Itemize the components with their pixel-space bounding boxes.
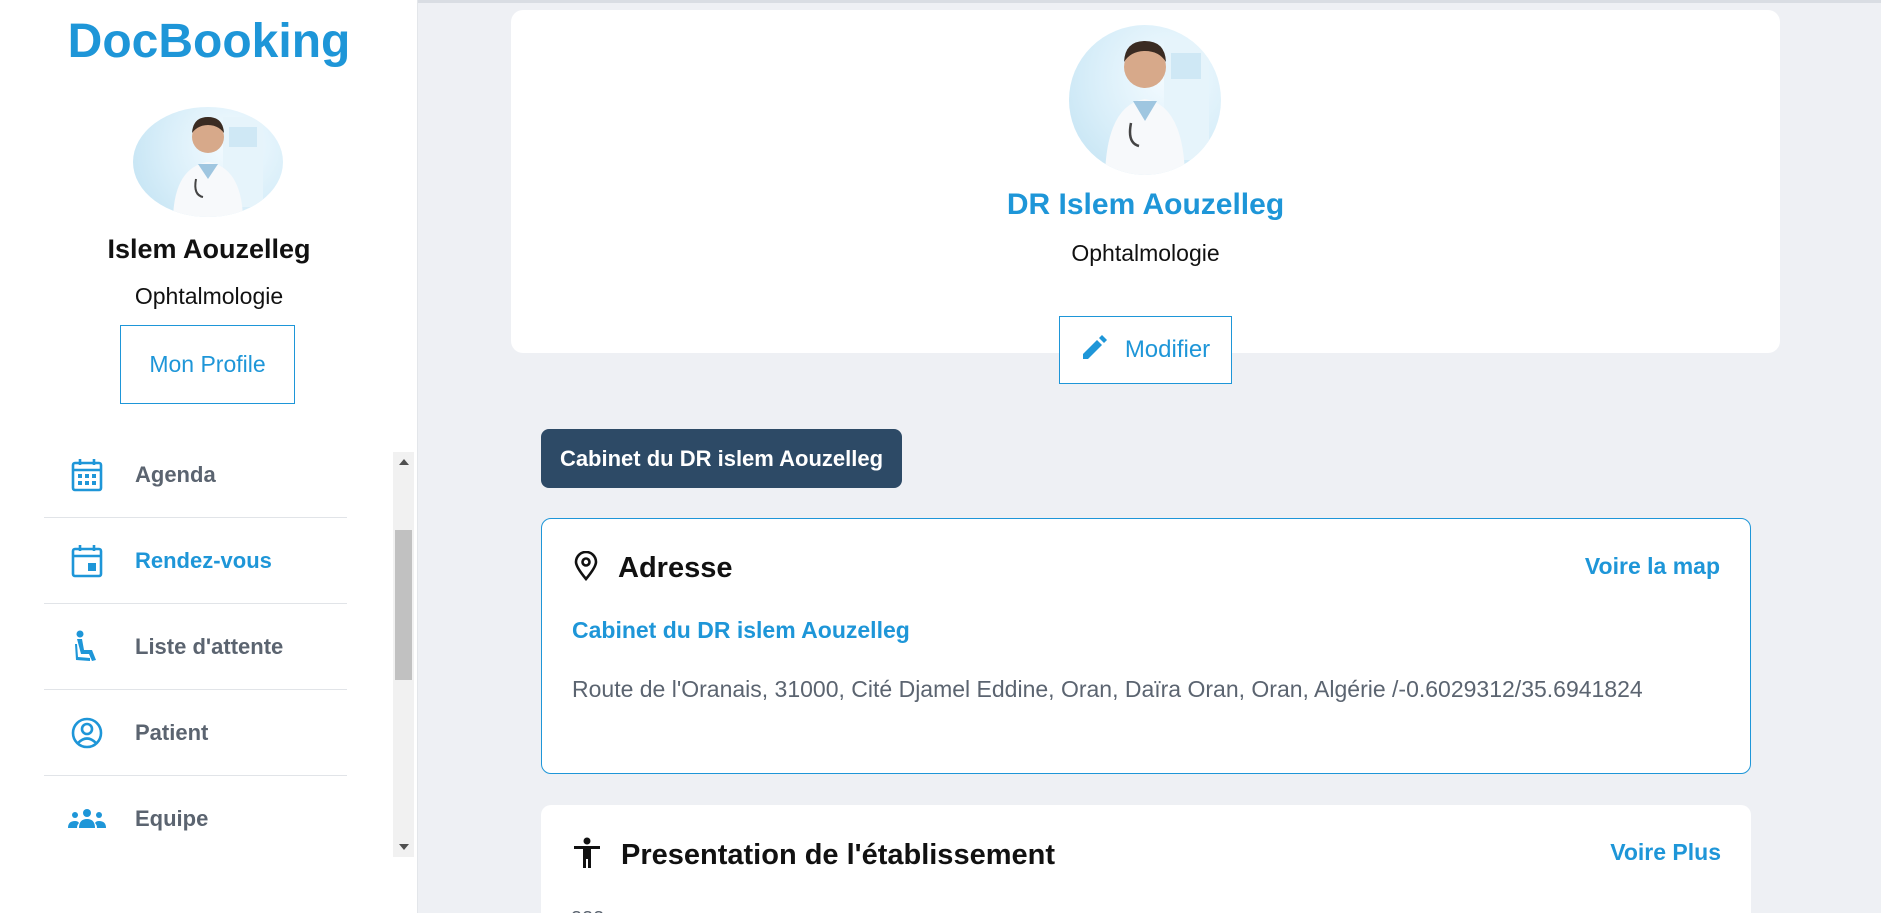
calendar-grid-icon: [66, 454, 108, 496]
sidebar-scrollbar[interactable]: [393, 452, 414, 857]
sidebar-nav: Agenda Rendez-vous Liste d'attente Patie…: [44, 432, 347, 862]
my-profile-button[interactable]: Mon Profile: [120, 325, 295, 404]
view-more-link[interactable]: Voire Plus: [1610, 839, 1721, 866]
presentation-card-title: Presentation de l'établissement: [621, 839, 1055, 871]
address-text: Route de l'Oranais, 31000, Cité Djamel E…: [572, 676, 1643, 702]
sidebar-item-label: Patient: [135, 719, 209, 745]
scrollbar-thumb[interactable]: [395, 530, 412, 680]
scroll-up-icon[interactable]: [393, 452, 414, 472]
profile-avatar: [1069, 25, 1221, 175]
sidebar-item-label: Liste d'attente: [135, 633, 284, 659]
pencil-icon: [1081, 333, 1109, 368]
profile-specialty: Ophtalmologie: [1071, 240, 1220, 266]
sidebar: DocBooking Islem Aouzelleg Ophtalmologie…: [0, 0, 418, 913]
sidebar-item-waiting-list[interactable]: Liste d'attente: [44, 604, 347, 690]
location-pin-icon: [574, 550, 598, 586]
cabinet-tab[interactable]: Cabinet du DR islem Aouzelleg: [541, 429, 902, 488]
view-map-link[interactable]: Voire la map: [1585, 553, 1720, 580]
modify-button-label: Modifier: [1124, 336, 1211, 363]
presentation-card: Presentation de l'établissement Voire Pl…: [541, 805, 1751, 913]
presentation-text: aaa: [571, 905, 604, 913]
scroll-down-icon[interactable]: [393, 837, 414, 857]
sidebar-specialty: Ophtalmologie: [134, 283, 284, 309]
accessibility-icon: [573, 837, 601, 874]
sidebar-item-label: Agenda: [135, 461, 216, 487]
sidebar-item-label: Rendez-vous: [135, 547, 272, 573]
profile-doctor-name: DR Islem Aouzelleg: [1006, 188, 1285, 221]
modify-button[interactable]: Modifier: [1059, 316, 1232, 384]
sidebar-item-patient[interactable]: Patient: [44, 690, 347, 776]
sidebar-item-equipe[interactable]: Equipe: [44, 776, 347, 862]
wheelchair-icon: [66, 626, 108, 668]
address-card: Adresse Voire la map Cabinet du DR islem…: [541, 518, 1751, 774]
group-icon: [66, 798, 108, 840]
sidebar-item-agenda[interactable]: Agenda: [44, 432, 347, 518]
sidebar-item-rendez-vous[interactable]: Rendez-vous: [44, 518, 347, 604]
address-cabinet-name: Cabinet du DR islem Aouzelleg: [572, 617, 910, 643]
address-card-title: Adresse: [618, 552, 733, 584]
sidebar-item-label: Equipe: [135, 806, 209, 831]
presentation-card-header: Presentation de l'établissement: [573, 837, 1055, 874]
calendar-event-icon: [66, 540, 108, 582]
address-card-header: Adresse: [574, 550, 733, 586]
user-circle-icon: [66, 712, 108, 754]
sidebar-doctor-name: Islem Aouzelleg: [107, 234, 311, 264]
brand-logo[interactable]: DocBooking: [0, 14, 418, 69]
sidebar-avatar: [133, 107, 283, 217]
